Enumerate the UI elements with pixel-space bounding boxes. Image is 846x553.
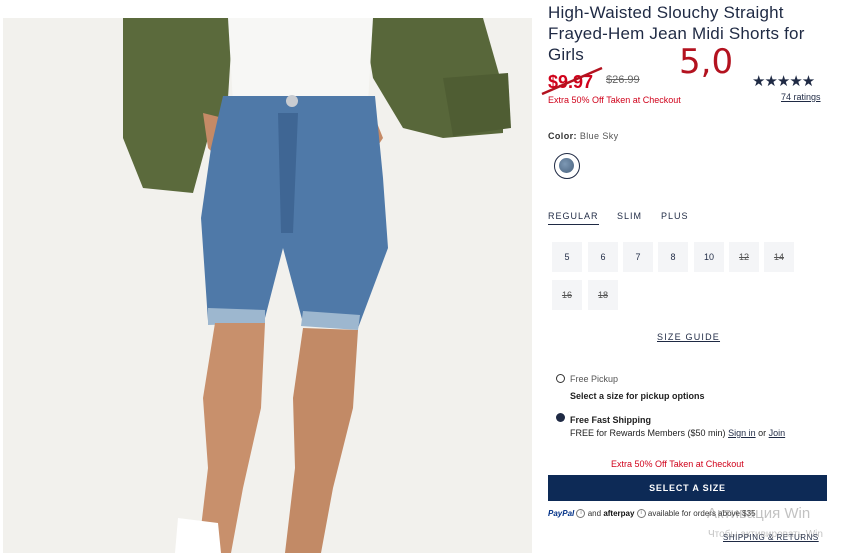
size-button-7[interactable]: 7	[623, 242, 653, 272]
size-button-6[interactable]: 6	[588, 242, 618, 272]
windows-activation-watermark: Активация Win	[707, 505, 811, 522]
afterpay-logo: afterpay	[603, 509, 635, 518]
regular-price: $26.99	[606, 74, 640, 86]
pickup-label: Free Pickup	[570, 374, 619, 384]
rating-stars[interactable]: ★★★★★	[752, 72, 815, 90]
pickup-sub: Select a size for pickup options	[570, 391, 705, 401]
product-image[interactable]	[3, 18, 532, 553]
color-swatch-blue-sky	[559, 158, 574, 173]
afterpay-info-icon[interactable]: i	[636, 509, 646, 519]
checkout-promo-text: Extra 50% Off Taken at Checkout	[611, 459, 744, 469]
shipping-sub: FREE for Rewards Members ($50 min) Sign …	[570, 428, 785, 438]
size-button-10[interactable]: 10	[694, 242, 724, 272]
handwritten-annotation: 5,0	[679, 42, 734, 82]
color-label-row: Color: Blue Sky	[548, 131, 619, 141]
pickup-radio[interactable]	[556, 374, 565, 383]
paypal-logo: PayPal	[548, 509, 575, 518]
size-button-18[interactable]: 18	[588, 280, 618, 310]
shipping-label: Free Fast Shipping	[570, 415, 652, 425]
paypal-info-icon[interactable]: i	[576, 509, 586, 519]
size-guide-link[interactable]: SIZE GUIDE	[657, 332, 720, 342]
join-link[interactable]: Join	[769, 428, 786, 438]
select-size-button[interactable]: SELECT A SIZE	[548, 475, 827, 501]
color-value: Blue Sky	[579, 131, 619, 141]
size-button-12[interactable]: 12	[729, 242, 759, 272]
size-button-5[interactable]: 5	[552, 242, 582, 272]
size-button-8[interactable]: 8	[658, 242, 688, 272]
color-swatch-selected[interactable]	[554, 153, 580, 179]
sign-in-link[interactable]: Sign in	[728, 428, 756, 438]
handwritten-strike-mark	[541, 66, 603, 96]
and-text: and	[587, 509, 602, 518]
ratings-count-link[interactable]: 74 ratings	[781, 92, 821, 102]
shipping-radio[interactable]	[556, 413, 565, 422]
tab-plus[interactable]: PLUS	[661, 211, 689, 221]
tab-slim[interactable]: SLIM	[617, 211, 642, 221]
or-text: or	[758, 428, 767, 438]
product-details-panel: High-Waisted Slouchy Straight Frayed-Hem…	[541, 0, 828, 553]
windows-activation-watermark-sub: Чтобы активировать Win	[708, 529, 823, 540]
color-label: Color:	[548, 131, 577, 141]
tab-regular[interactable]: REGULAR	[548, 211, 599, 225]
size-button-16[interactable]: 16	[552, 280, 582, 310]
shipping-sub-text: FREE for Rewards Members ($50 min)	[570, 428, 726, 438]
size-button-14[interactable]: 14	[764, 242, 794, 272]
